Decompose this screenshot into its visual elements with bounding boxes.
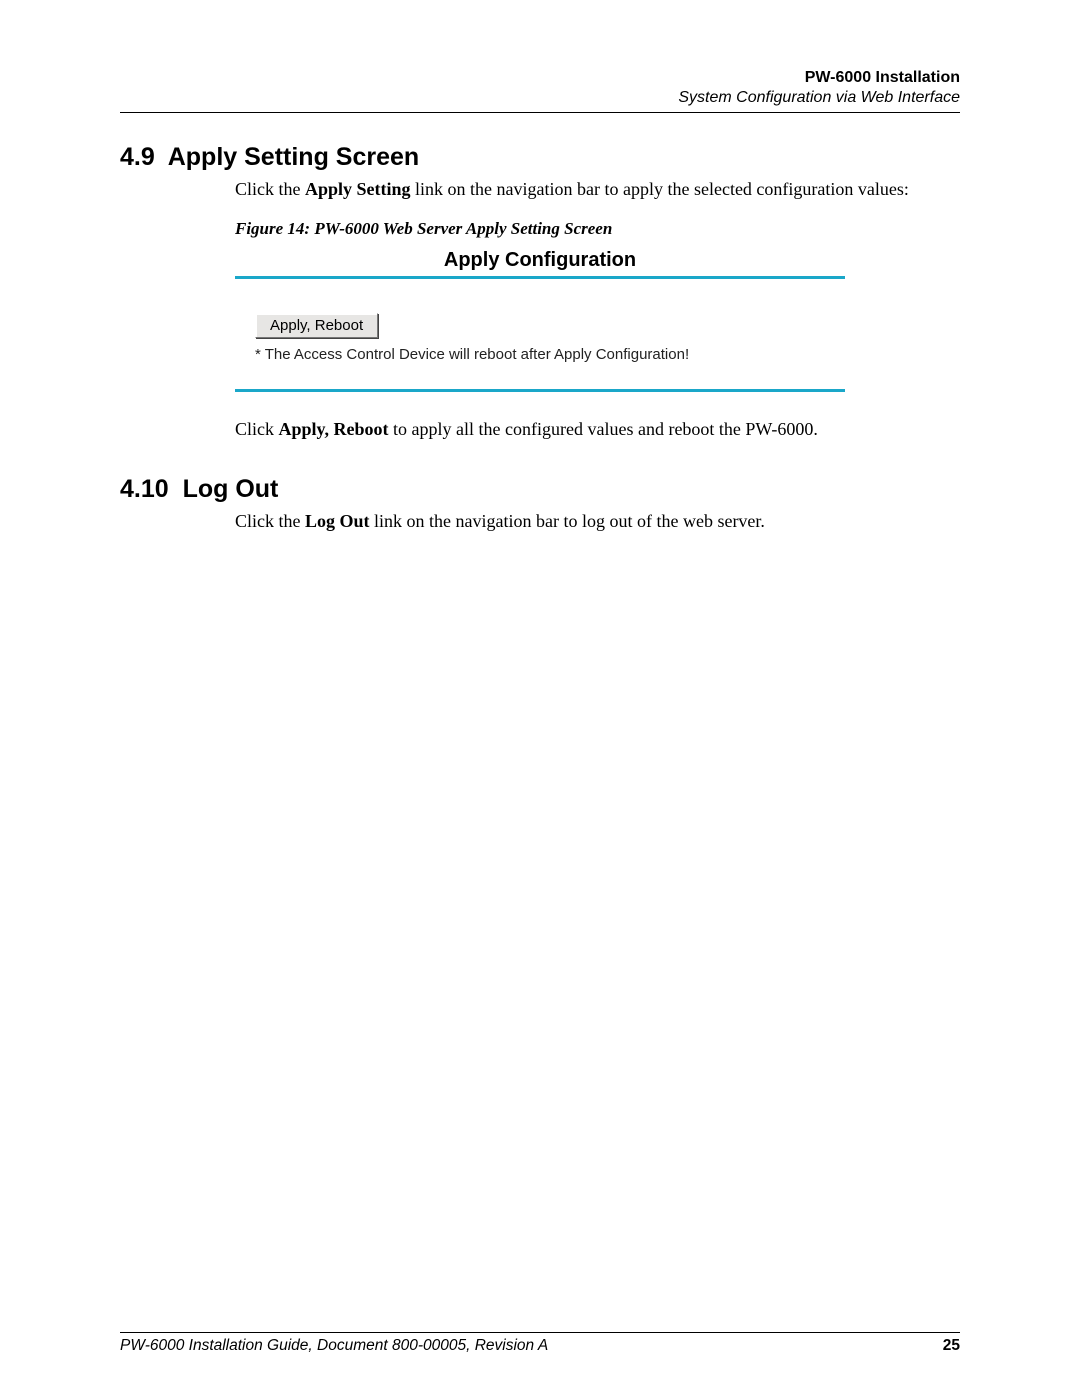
text: Click the [235,511,305,531]
apply-reboot-bold: Apply, Reboot [279,419,389,439]
apply-setting-bold: Apply Setting [305,179,411,199]
section-heading-apply-setting: 4.9 Apply Setting Screen [120,143,960,172]
footer-rule [120,1332,960,1333]
footer-line: PW-6000 Installation Guide, Document 800… [120,1337,960,1355]
section-title: Apply Setting Screen [168,143,419,171]
figure-caption: Figure 14: PW-6000 Web Server Apply Sett… [235,219,960,239]
logout-bold: Log Out [305,511,370,531]
section-number: 4.10 [120,475,169,503]
page-footer: PW-6000 Installation Guide, Document 800… [120,1332,960,1355]
text: link on the navigation bar to log out of… [370,511,765,531]
footer-text: PW-6000 Installation Guide, Document 800… [120,1337,548,1355]
section2-body: Click the Log Out link on the navigation… [235,510,960,533]
reboot-note: * The Access Control Device will reboot … [255,346,825,363]
section2-para1: Click the Log Out link on the navigation… [235,510,960,533]
section-heading-logout: 4.10 Log Out [120,475,960,504]
section1-para2: Click Apply, Reboot to apply all the con… [235,418,960,441]
apply-config-title: Apply Configuration [235,249,845,272]
header-title: PW-6000 Installation [120,68,960,88]
text: to apply all the configured values and r… [389,419,818,439]
header-rule [120,112,960,113]
section1-body: Click the Apply Setting link on the navi… [235,178,960,441]
page: PW-6000 Installation System Configuratio… [0,0,1080,1397]
header-subtitle: System Configuration via Web Interface [120,88,960,108]
text: link on the navigation bar to apply the … [411,179,909,199]
section1-para1: Click the Apply Setting link on the navi… [235,178,960,201]
apply-reboot-button[interactable]: Apply, Reboot [255,313,378,338]
section-number: 4.9 [120,143,155,171]
figure-body: Apply, Reboot * The Access Control Devic… [235,279,845,379]
figure-bottom-rule [235,389,845,392]
section-title: Log Out [183,475,279,503]
text: Click [235,419,279,439]
apply-config-figure: Apply Configuration Apply, Reboot * The … [235,249,845,392]
text: Click the [235,179,305,199]
page-header: PW-6000 Installation System Configuratio… [120,68,960,108]
footer-page-number: 25 [943,1337,960,1355]
